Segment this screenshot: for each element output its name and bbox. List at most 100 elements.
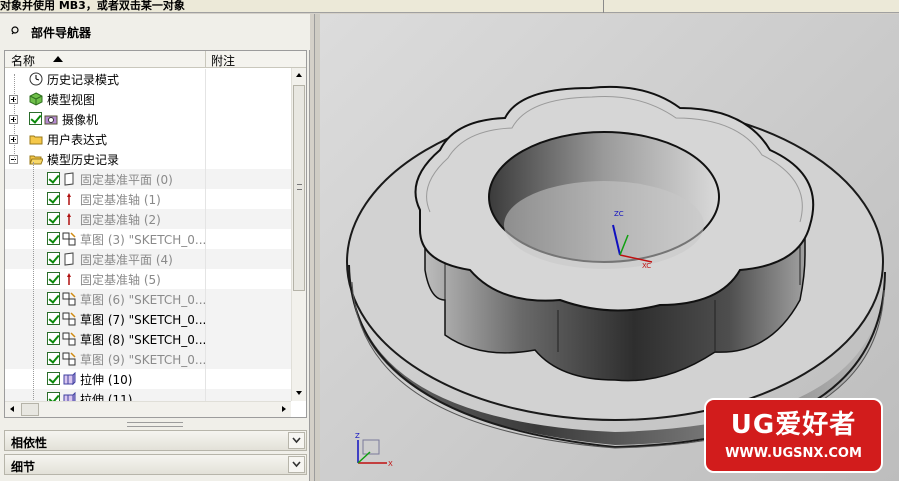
vertical-scrollbar[interactable] <box>291 68 306 401</box>
column-notes-header[interactable]: 附注 <box>211 52 235 69</box>
notes-column-cell <box>205 249 206 269</box>
visibility-checkbox[interactable] <box>47 352 60 365</box>
extrude-icon <box>62 371 76 386</box>
tree-row[interactable]: 草图 (9) "SKETCH_0... <box>5 349 291 369</box>
watermark-title: UG爱好者 <box>730 410 857 440</box>
sketch-icon <box>62 312 76 326</box>
horizontal-scroll-thumb[interactable] <box>21 403 39 416</box>
visibility-checkbox[interactable] <box>47 172 60 185</box>
watermark-logo: UG爱好者 WWW.UGSNX.COM <box>704 398 883 473</box>
tree-row[interactable]: 模型视图 <box>5 89 291 109</box>
expand-details-button[interactable] <box>288 456 305 473</box>
sketch-icon <box>62 292 76 306</box>
horizontal-scrollbar[interactable] <box>5 401 291 417</box>
watermark-url: WWW.UGSNX.COM <box>725 446 862 461</box>
scroll-up-button[interactable] <box>292 68 306 83</box>
notes-column-cell <box>205 329 206 349</box>
visibility-checkbox[interactable] <box>29 112 42 125</box>
panel-splitter[interactable] <box>127 422 183 427</box>
details-label: 细节 <box>11 460 36 474</box>
tree-item-label: 草图 (9) "SKETCH_0... <box>80 353 207 367</box>
view-triad <box>357 439 387 464</box>
sort-ascending-icon[interactable] <box>53 56 63 62</box>
notes-column-cell <box>205 109 206 129</box>
tree-row[interactable]: 草图 (6) "SKETCH_0... <box>5 289 291 309</box>
tree-rows: 历史记录模式模型视图摄像机用户表达式模型历史记录固定基准平面 (0) 固定基准轴 … <box>5 68 291 409</box>
tree-row[interactable]: 摄像机 <box>5 109 291 129</box>
sketch-icon <box>62 332 76 346</box>
scroll-down-button[interactable] <box>292 386 306 401</box>
triad-z-label: Z <box>355 432 360 440</box>
camera-icon <box>44 112 58 126</box>
chevron-down-icon <box>292 437 301 444</box>
scroll-left-button[interactable] <box>5 402 20 417</box>
tree-column-header: 名称 附注 <box>5 51 306 68</box>
visibility-checkbox[interactable] <box>47 272 60 285</box>
visibility-checkbox[interactable] <box>47 252 60 265</box>
tree-item-label: 固定基准平面 (0) <box>80 173 173 187</box>
folder-open-icon <box>29 152 44 166</box>
visibility-checkbox[interactable] <box>47 232 60 245</box>
tree-row[interactable]: 模型历史记录 <box>5 149 291 169</box>
center-hole[interactable] <box>488 131 720 269</box>
visibility-checkbox[interactable] <box>47 372 60 385</box>
wcs-z-label: ZC <box>614 210 624 218</box>
sketch-icon <box>62 232 76 246</box>
tree-item-label: 固定基准轴 (2) <box>80 213 161 227</box>
datum-axis-icon <box>62 192 76 206</box>
tree-item-label: 摄像机 <box>62 113 99 127</box>
wcs-x-label: XC <box>642 262 652 270</box>
tree-row[interactable]: 固定基准轴 (5) <box>5 269 291 289</box>
chevron-down-icon <box>292 461 301 468</box>
tree-item-label: 草图 (6) "SKETCH_0... <box>80 293 207 307</box>
dependencies-section[interactable]: 相依性 <box>4 430 307 451</box>
status-bar: 对象并使用 MB3，或者双击某一对象 <box>0 0 899 13</box>
visibility-checkbox[interactable] <box>47 192 60 205</box>
tree-row[interactable]: 拉伸 (10) <box>5 369 291 389</box>
arrow-up-icon <box>296 73 302 77</box>
tree-item-label: 固定基准平面 (4) <box>80 253 173 267</box>
notes-column-cell <box>205 149 206 169</box>
tree-row[interactable]: 草图 (7) "SKETCH_0... <box>5 309 291 329</box>
details-section[interactable]: 细节 <box>4 454 307 475</box>
tree-item-label: 用户表达式 <box>47 133 108 147</box>
pin-icon[interactable] <box>10 26 20 36</box>
tree-row[interactable]: 固定基准平面 (4) <box>5 249 291 269</box>
tree-row[interactable]: 固定基准平面 (0) <box>5 169 291 189</box>
visibility-checkbox[interactable] <box>47 292 60 305</box>
tree-row[interactable]: 草图 (3) "SKETCH_0... <box>5 229 291 249</box>
tree-connector <box>14 74 15 162</box>
column-divider[interactable] <box>205 51 206 68</box>
visibility-checkbox[interactable] <box>47 332 60 345</box>
notes-column-cell <box>205 169 206 189</box>
tree-item-label: 历史记录模式 <box>47 73 120 87</box>
tree-item-label: 草图 (7) "SKETCH_0... <box>80 313 207 327</box>
tree-row[interactable]: 固定基准轴 (2) <box>5 209 291 229</box>
part-navigator-panel: 部件导航器 名称 附注 历史记录模式 模型视图 摄像机 用户表达式 模型历史记录 固定基准… <box>0 14 310 481</box>
scroll-right-button[interactable] <box>276 402 291 417</box>
status-divider <box>603 0 604 13</box>
column-name-header[interactable]: 名称 <box>11 52 35 69</box>
tree-connector <box>33 162 34 402</box>
visibility-checkbox[interactable] <box>47 312 60 325</box>
sketch-icon <box>62 352 76 366</box>
visibility-checkbox[interactable] <box>47 212 60 225</box>
notes-column-cell <box>205 209 206 229</box>
notes-column-cell <box>205 189 206 209</box>
tree-item-label: 固定基准轴 (1) <box>80 193 161 207</box>
expand-dependencies-button[interactable] <box>288 432 305 449</box>
feature-tree[interactable]: 名称 附注 历史记录模式模型视图摄像机用户表达式模型历史记录固定基准平面 (0)… <box>4 50 307 418</box>
notes-column-cell <box>205 89 206 109</box>
notes-column-cell <box>205 129 206 149</box>
status-prompt: 对象并使用 MB3，或者双击某一对象 <box>0 0 185 12</box>
tree-row[interactable]: 历史记录模式 <box>5 69 291 89</box>
datum-plane-icon <box>62 172 76 186</box>
tree-row[interactable]: 用户表达式 <box>5 129 291 149</box>
notes-column-cell <box>205 289 206 309</box>
scroll-thumb[interactable] <box>293 85 305 291</box>
tree-item-label: 固定基准轴 (5) <box>80 273 161 287</box>
model-views-icon <box>29 92 43 106</box>
tree-row[interactable]: 固定基准轴 (1) <box>5 189 291 209</box>
tree-row[interactable]: 草图 (8) "SKETCH_0... <box>5 329 291 349</box>
notes-column-cell <box>205 229 206 249</box>
